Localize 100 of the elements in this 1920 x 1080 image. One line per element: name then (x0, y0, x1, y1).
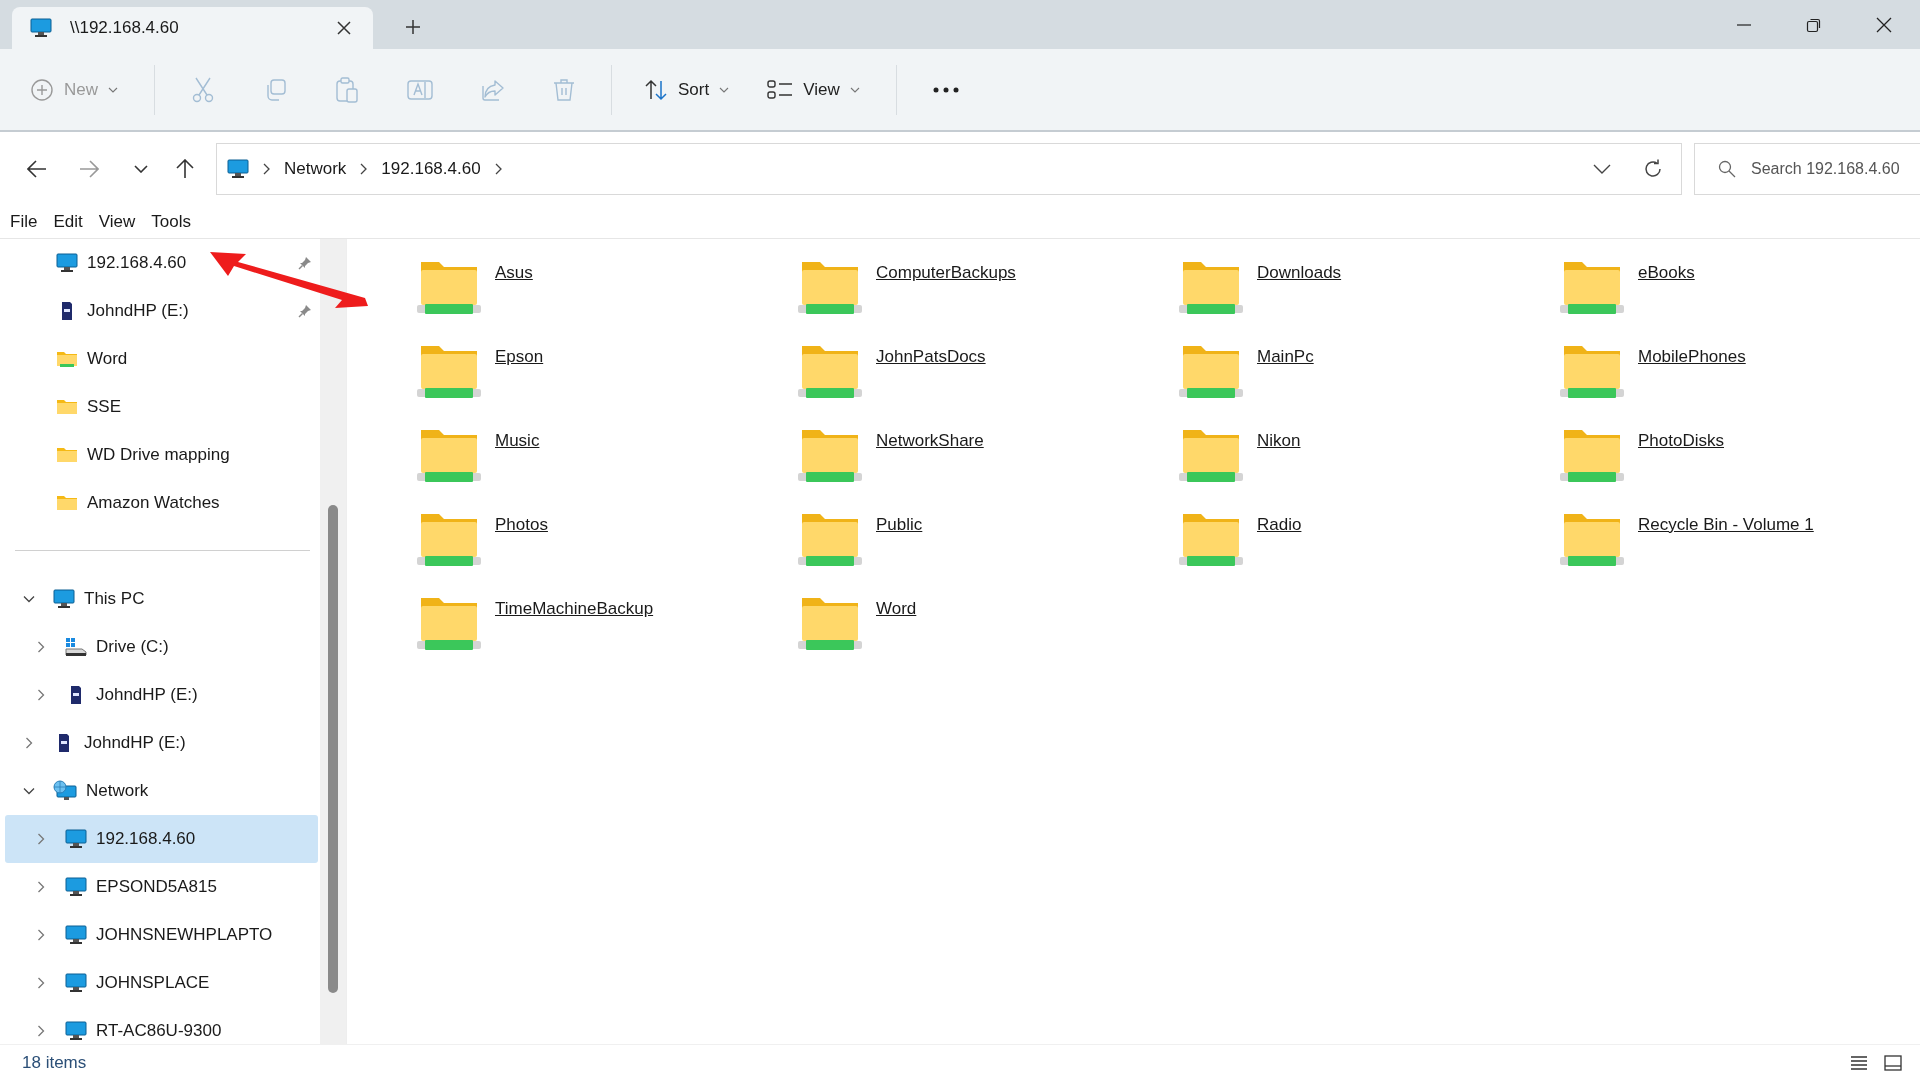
network-folder-icon[interactable] (798, 427, 862, 485)
tree-item[interactable]: This PC (5, 575, 318, 623)
folder-name-link[interactable]: Downloads (1257, 263, 1342, 283)
folder-name-link[interactable]: Nikon (1257, 431, 1301, 451)
monitor-icon (227, 159, 249, 179)
network-folder-icon[interactable] (417, 427, 481, 485)
sidebar-label: WD Drive mapping (87, 445, 230, 465)
search-field[interactable]: Search 192.168.4.60 (1694, 143, 1920, 195)
folder-name-link[interactable]: ComputerBackups (876, 263, 1016, 283)
view-button[interactable]: View (767, 70, 860, 109)
new-tab-icon[interactable] (405, 19, 421, 35)
sidebar-item[interactable]: WD Drive mapping (5, 431, 318, 479)
browser-tab[interactable]: \\192.168.4.60 (12, 7, 373, 49)
rename-icon (407, 77, 433, 102)
network-folder-icon[interactable] (798, 511, 862, 569)
network-folder-icon[interactable] (1560, 343, 1624, 401)
chevron-right-icon (360, 163, 368, 175)
monitor-icon (65, 973, 87, 993)
more-icon (932, 86, 959, 93)
tree-item[interactable]: Drive (C:) (5, 623, 318, 671)
search-icon (1718, 160, 1736, 178)
network-folder-icon[interactable] (798, 343, 862, 401)
network-folder-icon[interactable] (1179, 343, 1243, 401)
network-folder-icon[interactable] (1179, 511, 1243, 569)
sidebar-item[interactable]: Word (5, 335, 318, 383)
folder-name-link[interactable]: Music (495, 431, 540, 451)
chevron-right-icon (263, 163, 270, 175)
folder-name-link[interactable]: Asus (495, 263, 533, 283)
tree-label: Network (86, 781, 149, 801)
caret-icon (108, 86, 118, 93)
tree-item[interactable]: RT-AC86U-9300 (5, 1007, 318, 1044)
menu-item[interactable]: File (10, 212, 38, 232)
folder-name-link[interactable]: Recycle Bin - Volume 1 (1638, 515, 1814, 535)
scrollbar-thumb[interactable] (328, 505, 338, 993)
tree-item[interactable]: Network (5, 767, 318, 815)
network-folder-icon[interactable] (1560, 427, 1624, 485)
clipboard-icon (335, 76, 359, 103)
tree-item[interactable]: JohndHP (E:) (5, 719, 318, 767)
tree-item[interactable]: EPSOND5A815 (5, 863, 318, 911)
folder-name-link[interactable]: TimeMachineBackup (495, 599, 654, 619)
plus-circle-icon (30, 77, 54, 102)
folder-name-link[interactable]: eBooks (1638, 263, 1695, 283)
sidebar-item[interactable]: Amazon Watches (5, 479, 318, 527)
sort-button[interactable]: Sort (644, 69, 730, 110)
network-folder-icon[interactable] (417, 343, 481, 401)
tree-label: JOHNSPLACE (96, 973, 210, 993)
network-folder-icon[interactable] (1560, 511, 1624, 569)
network-folder-icon[interactable] (1179, 259, 1243, 317)
scissors-icon (191, 76, 215, 103)
arrow-up-icon (176, 159, 194, 179)
folder-name-link[interactable]: MainPc (1257, 347, 1314, 367)
details-view-icon[interactable] (1850, 1054, 1868, 1071)
chevron-down-icon[interactable] (1593, 164, 1611, 174)
folder-name-link[interactable]: Epson (495, 347, 544, 367)
pin-icon[interactable] (298, 256, 312, 270)
tree-label: JohndHP (E:) (96, 685, 198, 705)
network-folder-icon[interactable] (417, 511, 481, 569)
folder-name-link[interactable]: NetworkShare (876, 431, 984, 451)
tree-label: EPSOND5A815 (96, 877, 217, 897)
address-bar[interactable]: Network 192.168.4.60 (216, 143, 1682, 195)
tree-item[interactable]: 192.168.4.60 (5, 815, 318, 863)
monitor-icon (65, 829, 87, 849)
tree-label: This PC (84, 589, 145, 609)
folder-name-link[interactable]: MobilePhones (1638, 347, 1746, 367)
close-tab-icon[interactable] (337, 21, 351, 35)
pin-icon[interactable] (298, 304, 312, 318)
network-folder-icon[interactable] (417, 595, 481, 653)
sidebar-label: Amazon Watches (87, 493, 220, 513)
tree-label: RT-AC86U-9300 (96, 1021, 222, 1041)
folder-name-link[interactable]: Public (876, 515, 923, 535)
tree-item[interactable]: JOHNSNEWHPLAPTO (5, 911, 318, 959)
monitor-icon (53, 589, 75, 609)
arrow-left-icon (27, 160, 47, 178)
breadcrumb[interactable]: Network (284, 159, 347, 179)
sidebar-item[interactable]: SSE (5, 383, 318, 431)
network-folder-icon[interactable] (798, 595, 862, 653)
close-icon[interactable] (1876, 16, 1892, 33)
tree-item[interactable]: JohndHP (E:) (5, 671, 318, 719)
folder-name-link[interactable]: PhotoDisks (1638, 431, 1724, 451)
menu-item[interactable]: View (98, 212, 136, 232)
folder-name-link[interactable]: JohnPatsDocs (876, 347, 986, 367)
sidebar-item[interactable]: JohndHP (E:) (5, 287, 318, 335)
trash-icon (553, 77, 575, 102)
breadcrumb[interactable]: 192.168.4.60 (381, 159, 481, 179)
restore-icon[interactable] (1806, 16, 1822, 33)
network-folder-icon[interactable] (1179, 427, 1243, 485)
folder-name-link[interactable]: Word (876, 599, 917, 619)
folder-name-link[interactable]: Radio (1257, 515, 1302, 535)
tiles-view-icon[interactable] (1884, 1054, 1902, 1071)
menu-item[interactable]: Tools (151, 212, 191, 232)
refresh-icon[interactable] (1643, 159, 1663, 179)
folder-name-link[interactable]: Photos (495, 515, 548, 535)
network-folder-icon[interactable] (417, 259, 481, 317)
network-folder-icon[interactable] (798, 259, 862, 317)
tree-item[interactable]: JOHNSPLACE (5, 959, 318, 1007)
folder-icon (56, 493, 78, 513)
menu-item[interactable]: Edit (53, 212, 83, 232)
monitor-icon (65, 925, 87, 945)
sidebar-item[interactable]: 192.168.4.60 (5, 239, 318, 287)
network-folder-icon[interactable] (1560, 259, 1624, 317)
